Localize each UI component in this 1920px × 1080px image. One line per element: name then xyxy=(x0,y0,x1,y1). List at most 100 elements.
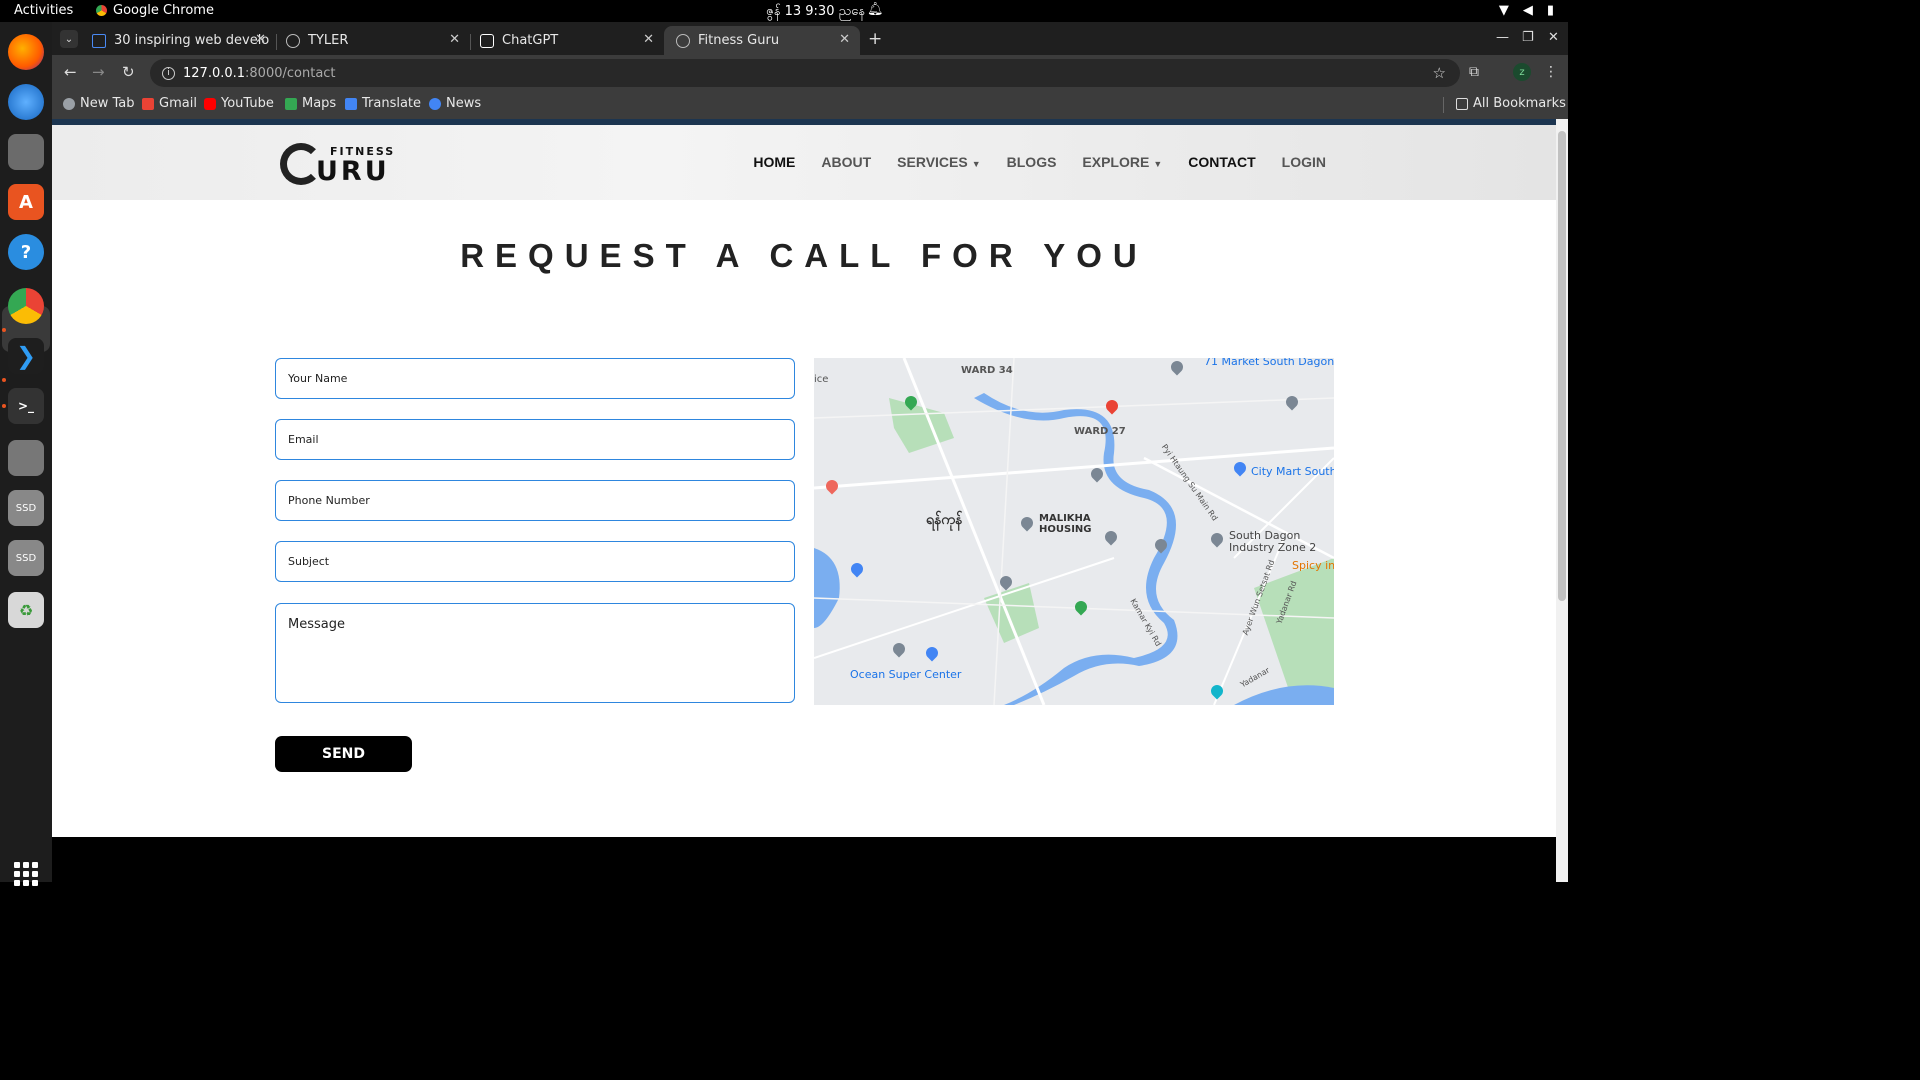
thunderbird-icon[interactable] xyxy=(8,84,44,120)
email-input[interactable]: Email xyxy=(275,419,795,460)
bookmark-gmail[interactable]: Gmail xyxy=(142,96,197,111)
tab-fitness-guru[interactable]: Fitness Guru ✕ xyxy=(664,26,860,55)
help-icon[interactable]: ? xyxy=(8,234,44,270)
bookmark-translate[interactable]: Translate xyxy=(345,96,421,111)
maps-icon xyxy=(285,97,297,110)
email-placeholder: Email xyxy=(288,433,319,446)
text-editor-icon[interactable] xyxy=(8,440,44,476)
main-nav: HOME ABOUT SERVICES ▼ BLOGS EXPLORE ▼ CONT… xyxy=(753,154,1326,170)
forward-icon[interactable]: → xyxy=(92,63,105,81)
nav-about[interactable]: ABOUT xyxy=(821,154,871,170)
map-label: Ocean Super Center xyxy=(850,668,962,681)
bookmark-label: Maps xyxy=(302,96,337,111)
bookmark-star-icon[interactable]: ☆ xyxy=(1433,64,1446,82)
map-label: ice xyxy=(814,374,829,385)
tab-tyler[interactable]: TYLER ✕ xyxy=(274,26,470,55)
chrome-menu-icon[interactable]: ⋮ xyxy=(1544,64,1558,80)
subject-input[interactable]: Subject xyxy=(275,541,795,582)
dock: A ? ❯ >_ SSD SSD ♻ xyxy=(0,22,52,886)
page-footer xyxy=(52,837,1556,882)
clock[interactable]: ဇွန် 13 9:30 ညနေ xyxy=(766,3,865,22)
phone-input[interactable]: Phone Number xyxy=(275,480,795,521)
map-label: WARD 34 xyxy=(961,365,1013,376)
map-label: WARD 27 xyxy=(1074,426,1126,437)
maximize-icon[interactable]: ❐ xyxy=(1522,30,1534,45)
bookmark-news[interactable]: News xyxy=(429,96,481,111)
volume-icon: ◀ xyxy=(1522,3,1533,18)
activities-button[interactable]: Activities xyxy=(14,3,73,18)
files-icon[interactable] xyxy=(8,134,44,170)
logo-fitness-text: FITNESS xyxy=(330,145,396,158)
nav-services[interactable]: SERVICES ▼ xyxy=(897,154,980,170)
trash-icon[interactable]: ♻ xyxy=(8,592,44,628)
tab-30-inspiring[interactable]: 30 inspiring web develo ✕ xyxy=(80,26,276,55)
show-apps-icon[interactable] xyxy=(14,862,38,886)
ssd-drive-icon[interactable]: SSD xyxy=(8,540,44,576)
nav-label: EXPLORE xyxy=(1082,154,1150,170)
chrome-dock-icon[interactable] xyxy=(8,288,44,324)
battery-icon: ▮ xyxy=(1546,3,1554,18)
location-map[interactable]: 71 Market South Dagon WARD 34 WARD 27 ic… xyxy=(814,358,1334,705)
extensions-icon[interactable]: ⧉ xyxy=(1469,64,1479,80)
all-bookmarks[interactable]: All Bookmarks xyxy=(1456,96,1566,111)
map-label: City Mart South D xyxy=(1251,465,1334,478)
bookmark-youtube[interactable]: YouTube xyxy=(204,96,274,111)
map-label: 71 Market South Dagon xyxy=(1204,358,1334,368)
close-tab-icon[interactable]: ✕ xyxy=(839,32,850,47)
app-name: Google Chrome xyxy=(113,3,214,18)
youtube-icon xyxy=(204,97,216,110)
page-scrollbar[interactable] xyxy=(1556,119,1568,882)
chatgpt-icon xyxy=(480,33,494,48)
firefox-icon[interactable] xyxy=(8,34,44,70)
close-tab-icon[interactable]: ✕ xyxy=(449,32,460,47)
close-tab-icon[interactable]: ✕ xyxy=(255,32,266,47)
globe-icon xyxy=(676,33,690,48)
bookmark-maps[interactable]: Maps xyxy=(285,96,336,111)
folder-icon xyxy=(1456,97,1468,110)
tab-chatgpt[interactable]: ChatGPT ✕ xyxy=(468,26,664,55)
name-placeholder: Your Name xyxy=(288,372,348,385)
bookmarks-separator xyxy=(1443,97,1444,113)
notification-bell-icon: 🔔︎ xyxy=(867,2,884,17)
terminal-icon[interactable]: >_ xyxy=(8,388,44,424)
back-icon[interactable]: ← xyxy=(64,63,77,81)
tab-title: 30 inspiring web develo xyxy=(114,33,270,48)
system-top-bar: Activities Google Chrome ဇွန် 13 9:30 ညန… xyxy=(0,0,1568,22)
bookmark-label: YouTube xyxy=(221,96,274,111)
bookmark-label: New Tab xyxy=(80,96,135,111)
site-info-icon[interactable]: i xyxy=(162,66,175,80)
app-menu[interactable]: Google Chrome xyxy=(96,3,214,18)
scrollbar-thumb[interactable] xyxy=(1558,131,1566,601)
tab-title: ChatGPT xyxy=(502,33,559,48)
send-button[interactable]: SEND xyxy=(275,736,412,772)
message-placeholder: Message xyxy=(288,617,345,632)
nav-label: HOME xyxy=(753,154,796,170)
site-logo[interactable]: FITNESS URU xyxy=(280,143,393,185)
profile-avatar[interactable]: z xyxy=(1513,63,1531,81)
tab-search-icon[interactable]: ⌄ xyxy=(60,30,78,48)
vscode-icon[interactable]: ❯ xyxy=(8,338,44,374)
nav-contact[interactable]: CONTACT xyxy=(1188,154,1255,170)
name-input[interactable]: Your Name xyxy=(275,358,795,399)
minimize-icon[interactable]: — xyxy=(1496,30,1509,45)
reload-icon[interactable]: ↻ xyxy=(122,63,135,81)
nav-blogs[interactable]: BLOGS xyxy=(1007,154,1057,170)
message-textarea[interactable]: Message xyxy=(275,603,795,703)
gmail-icon xyxy=(142,97,154,110)
new-tab-icon[interactable]: + xyxy=(868,29,882,49)
bookmark-new-tab[interactable]: New Tab xyxy=(63,96,135,111)
nav-login[interactable]: LOGIN xyxy=(1282,154,1326,170)
map-label: MALIKHA HOUSING xyxy=(1039,513,1092,535)
system-tray[interactable]: ▼ ◀ ▮ xyxy=(1499,3,1554,18)
address-bar[interactable]: i 127.0.0.1:8000/contact ☆ xyxy=(150,59,1460,87)
ssd-drive-icon[interactable]: SSD xyxy=(8,490,44,526)
nav-home[interactable]: HOME xyxy=(753,154,795,170)
nav-label: CONTACT xyxy=(1188,154,1256,170)
all-bookmarks-label: All Bookmarks xyxy=(1473,96,1566,111)
nav-explore[interactable]: EXPLORE ▼ xyxy=(1082,154,1162,170)
map-label: South Dagon Industry Zone 2 xyxy=(1229,529,1317,554)
translate-icon xyxy=(345,97,357,110)
close-window-icon[interactable]: ✕ xyxy=(1548,30,1559,45)
app-center-icon[interactable]: A xyxy=(8,184,44,220)
close-tab-icon[interactable]: ✕ xyxy=(643,32,654,47)
